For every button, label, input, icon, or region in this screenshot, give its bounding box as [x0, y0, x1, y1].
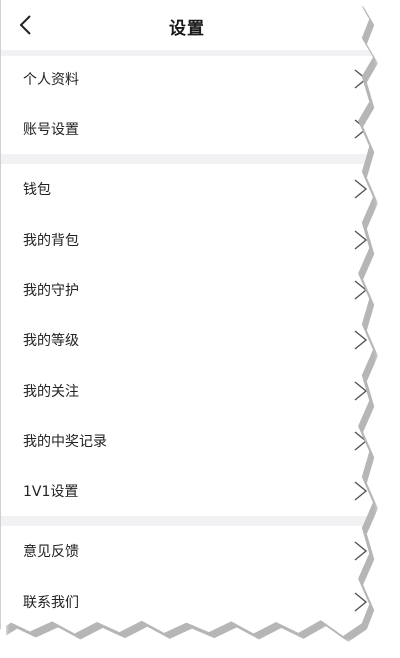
settings-item-account[interactable]: 账号设置 [1, 104, 373, 154]
section-divider [1, 154, 373, 164]
section-divider [1, 516, 373, 526]
settings-item-label: 我的关注 [23, 384, 79, 400]
navigation-bar: 设置 [1, 0, 373, 50]
settings-item-label: 我的等级 [23, 333, 79, 349]
settings-item-label: 我的中奖记录 [23, 434, 107, 450]
settings-item-level[interactable]: 我的等级 [1, 315, 373, 365]
settings-item-following[interactable]: 我的关注 [1, 366, 373, 416]
settings-item-backpack[interactable]: 我的背包 [1, 215, 373, 265]
settings-item-label: 联系我们 [23, 595, 79, 611]
settings-item-label: 意见反馈 [23, 544, 79, 560]
settings-item-label: 钱包 [23, 182, 51, 198]
settings-item-profile[interactable]: 个人资料 [1, 54, 373, 104]
settings-screen: 设置 个人资料 账号设置 钱包 我的背包 我的守护 我的等级 我的关注 我的中奖… [0, 0, 400, 658]
settings-panel: 设置 个人资料 账号设置 钱包 我的背包 我的守护 我的等级 我的关注 我的中奖… [0, 0, 373, 636]
settings-item-label: 我的守护 [23, 283, 79, 299]
settings-item-label: 我的背包 [23, 233, 79, 249]
settings-item-label: 账号设置 [23, 122, 79, 138]
settings-item-prize-records[interactable]: 我的中奖记录 [1, 416, 373, 466]
settings-item-contact-us[interactable]: 联系我们 [1, 577, 373, 627]
page-title: 设置 [169, 19, 205, 39]
settings-item-feedback[interactable]: 意见反馈 [1, 526, 373, 576]
settings-item-1v1[interactable]: 1V1设置 [1, 466, 373, 516]
settings-item-label: 1V1设置 [23, 484, 79, 500]
settings-item-guardian[interactable]: 我的守护 [1, 265, 373, 315]
settings-item-label: 个人资料 [23, 72, 79, 88]
settings-item-wallet[interactable]: 钱包 [1, 164, 373, 214]
